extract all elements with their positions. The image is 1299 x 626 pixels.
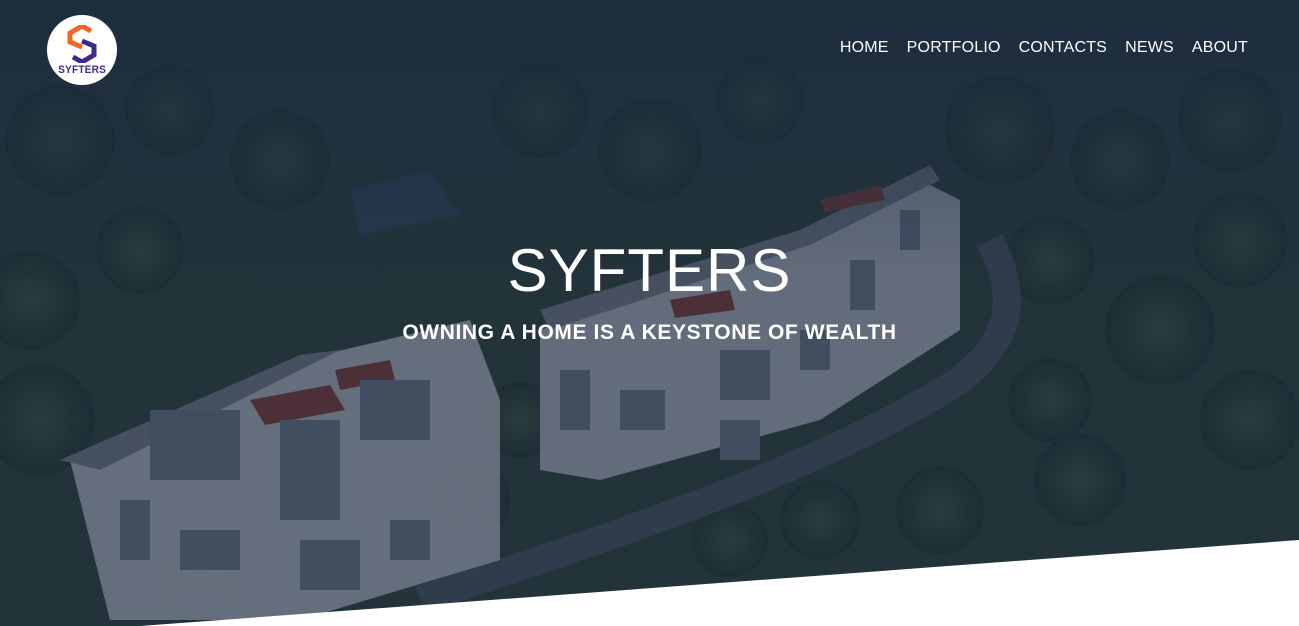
hero-bottom-slant (140, 540, 1299, 626)
hero-subtitle: OWNING A HOME IS A KEYSTONE OF WEALTH (402, 321, 897, 344)
hero-title: SYFTERS (507, 237, 792, 304)
brand-logo[interactable]: SYFTERS (47, 15, 117, 85)
nav-item-about[interactable]: ABOUT (1192, 39, 1248, 57)
nav-item-portfolio[interactable]: PORTFOLIO (907, 39, 1001, 57)
nav-item-news[interactable]: NEWS (1125, 39, 1174, 57)
nav-item-contacts[interactable]: CONTACTS (1019, 39, 1107, 57)
logo-s-mark-icon (67, 24, 97, 63)
nav-item-home[interactable]: HOME (840, 39, 889, 57)
logo-wordmark: SYFTERS (58, 63, 106, 76)
main-navigation: HOME PORTFOLIO CONTACTS NEWS ABOUT (840, 39, 1248, 57)
hero-section: SYFTERS HOME PORTFOLIO CONTACTS NEWS ABO… (0, 0, 1299, 626)
